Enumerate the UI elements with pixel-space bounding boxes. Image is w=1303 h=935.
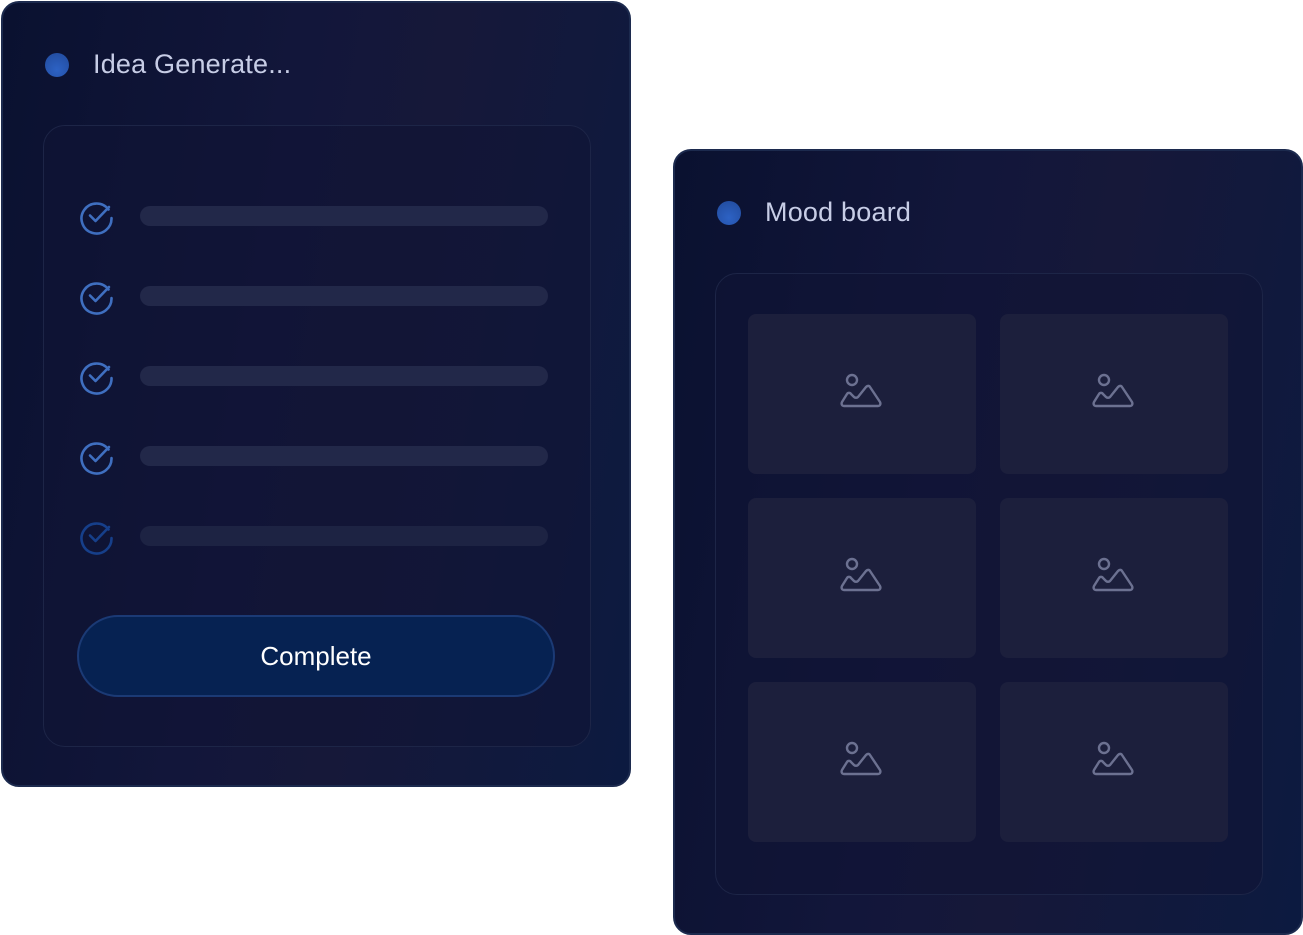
check-circle-icon[interactable] — [78, 197, 116, 235]
check-circle-icon[interactable] — [78, 437, 116, 475]
mood-tile[interactable] — [748, 314, 976, 474]
status-dot — [45, 52, 69, 77]
mood-tile[interactable] — [1000, 314, 1228, 474]
image-placeholder-icon — [840, 557, 882, 592]
mood-tile[interactable] — [748, 498, 976, 658]
mood-card-title: Mood board — [765, 197, 912, 227]
task-list — [78, 176, 548, 576]
image-placeholder-icon — [1092, 557, 1134, 592]
task-row — [78, 416, 548, 496]
status-dot — [717, 200, 741, 225]
image-placeholder-icon — [1092, 373, 1134, 408]
task-row — [78, 496, 548, 576]
mood-tile[interactable] — [748, 682, 976, 842]
task-placeholder-bar — [140, 206, 548, 226]
complete-button[interactable]: Complete — [77, 615, 555, 697]
task-row — [78, 176, 548, 256]
mood-board-card: Mood board — [673, 149, 1303, 935]
mood-grid — [748, 314, 1228, 842]
task-placeholder-bar — [140, 286, 548, 306]
task-placeholder-bar — [140, 446, 548, 466]
task-row — [78, 336, 548, 416]
check-circle-icon[interactable] — [78, 357, 116, 395]
idea-card-header: Idea Generate... — [45, 49, 291, 80]
task-row — [78, 256, 548, 336]
mood-tile[interactable] — [1000, 498, 1228, 658]
image-placeholder-icon — [1092, 741, 1134, 776]
image-placeholder-icon — [840, 741, 882, 776]
mood-tile[interactable] — [1000, 682, 1228, 842]
check-circle-icon[interactable] — [78, 517, 116, 555]
task-placeholder-bar — [140, 526, 548, 546]
check-circle-icon[interactable] — [78, 277, 116, 315]
image-placeholder-icon — [840, 373, 882, 408]
task-panel: Complete — [43, 125, 591, 747]
idea-generator-card: Idea Generate... Complete — [1, 1, 631, 787]
task-placeholder-bar — [140, 366, 548, 386]
idea-card-title: Idea Generate... — [93, 49, 292, 79]
mood-panel — [715, 273, 1263, 895]
mood-card-header: Mood board — [717, 197, 911, 228]
